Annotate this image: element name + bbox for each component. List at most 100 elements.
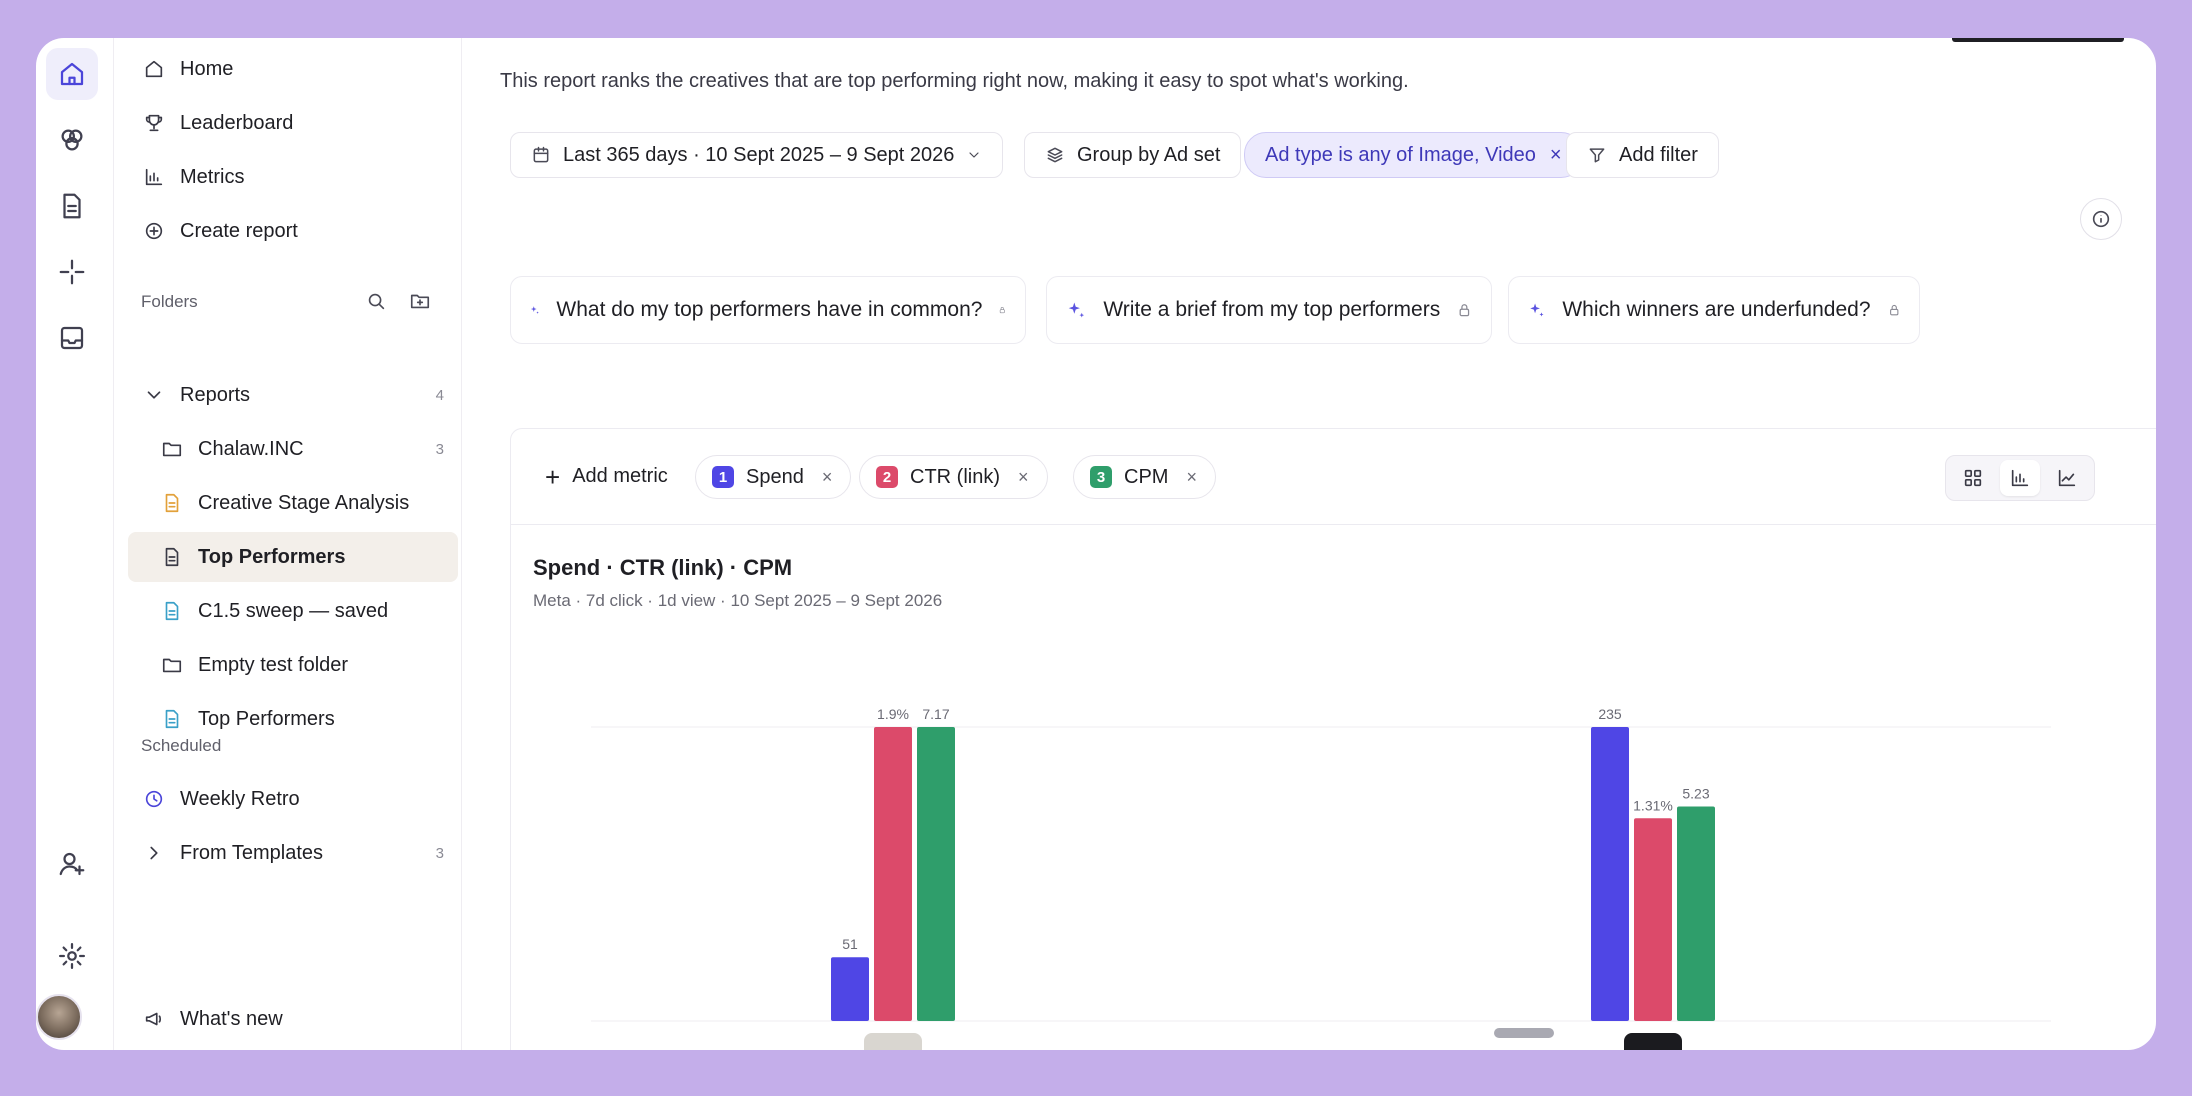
bar-cpm-2[interactable] bbox=[1677, 806, 1715, 1021]
chart-title: Spend · CTR (link) · CPM bbox=[533, 555, 793, 580]
bar-view-button[interactable] bbox=[1999, 460, 2040, 496]
add-filter-label: Add filter bbox=[1619, 143, 1698, 166]
close-icon[interactable]: × bbox=[1018, 467, 1029, 488]
bar-cpm-1[interactable] bbox=[917, 727, 955, 1021]
new-folder-icon[interactable] bbox=[409, 290, 431, 312]
sidebar-item-label: Weekly Retro bbox=[180, 787, 300, 810]
rail-home-button[interactable] bbox=[46, 48, 98, 100]
rail-insights-button[interactable] bbox=[46, 114, 98, 166]
group-by-button[interactable]: Group by Ad set bbox=[1024, 132, 1242, 178]
home-icon bbox=[60, 62, 84, 86]
sidebar-item-label: Creative Stage Analysis bbox=[198, 491, 410, 514]
scheduled-label: Scheduled bbox=[141, 736, 222, 755]
bar-chart-icon bbox=[142, 165, 166, 189]
document-icon bbox=[160, 599, 184, 623]
add-user-icon bbox=[59, 852, 85, 876]
sidebar-item-whats-new[interactable]: What's new bbox=[128, 994, 458, 1044]
sidebar-item-c15-sweep[interactable]: C1.5 sweep — saved bbox=[128, 586, 458, 636]
document-icon bbox=[160, 545, 184, 569]
sidebar-item-metrics[interactable]: Metrics bbox=[128, 152, 458, 202]
sidebar-item-label: From Templates bbox=[180, 841, 324, 864]
sidebar-item-label: Metrics bbox=[180, 165, 245, 188]
icon-rail bbox=[36, 38, 114, 1050]
sidebar-item-label: Top Performers bbox=[198, 707, 335, 730]
grid-icon bbox=[1965, 469, 1982, 487]
sparkle-icon bbox=[59, 259, 85, 285]
metric-number: 1 bbox=[712, 466, 734, 488]
add-metric-button[interactable]: + Add metric bbox=[545, 461, 668, 492]
sidebar-item-label: Top Performers bbox=[198, 545, 346, 568]
rail-invite-button[interactable] bbox=[46, 838, 98, 890]
bar-ctr-link--1[interactable] bbox=[874, 727, 912, 1021]
gear-icon bbox=[59, 943, 85, 969]
add-filter-button[interactable]: Add filter bbox=[1566, 132, 1719, 178]
prompt-common-traits[interactable]: What do my top performers have in common… bbox=[510, 276, 1026, 344]
line-view-button[interactable] bbox=[2047, 460, 2087, 496]
prompt-underfunded-winners[interactable]: Which winners are underfunded? bbox=[1508, 276, 1920, 344]
scroll-handle[interactable] bbox=[1494, 1028, 1554, 1038]
close-icon[interactable]: × bbox=[822, 467, 833, 488]
creative-thumbnail-1[interactable] bbox=[864, 1033, 922, 1050]
sidebar-item-top-performers[interactable]: Top Performers bbox=[128, 532, 458, 582]
close-icon[interactable]: × bbox=[1550, 144, 1562, 167]
sidebar: Home Leaderboard Metrics Create report F… bbox=[114, 38, 462, 1050]
rail-settings-button[interactable] bbox=[46, 930, 98, 982]
prompt-write-brief[interactable]: Write a brief from my top performers bbox=[1046, 276, 1492, 344]
info-button[interactable] bbox=[2080, 198, 2122, 240]
bar-spend-2[interactable] bbox=[1591, 727, 1629, 1021]
layers-icon bbox=[1047, 147, 1063, 163]
prompt-label: What do my top performers have in common… bbox=[556, 298, 983, 321]
rail-reports-button[interactable] bbox=[46, 180, 98, 232]
folder-icon bbox=[160, 437, 184, 461]
rail-ai-button[interactable] bbox=[46, 246, 98, 298]
item-count: 3 bbox=[435, 844, 444, 862]
sidebar-item-creative-stage-analysis[interactable]: Creative Stage Analysis bbox=[128, 478, 458, 528]
prompt-label: Which winners are underfunded? bbox=[1562, 298, 1871, 321]
plus-icon: + bbox=[545, 461, 561, 492]
sidebar-item-reports[interactable]: Reports 4 bbox=[128, 370, 458, 420]
search-icon[interactable] bbox=[365, 290, 387, 312]
clock-icon bbox=[142, 787, 166, 811]
metric-chip-spend[interactable]: 1 Spend × bbox=[695, 455, 852, 499]
chevron-down-icon bbox=[969, 152, 980, 158]
home-icon bbox=[142, 57, 166, 81]
ad-type-filter-chip[interactable]: Ad type is any of Image, Video × bbox=[1244, 132, 1583, 178]
trophy-icon bbox=[142, 111, 166, 135]
metric-chip-ctr[interactable]: 2 CTR (link) × bbox=[859, 455, 1048, 499]
sidebar-item-home[interactable]: Home bbox=[128, 44, 458, 94]
chevron-right-icon bbox=[142, 841, 166, 865]
plus-circle-icon bbox=[142, 219, 166, 243]
avatar[interactable] bbox=[36, 994, 82, 1040]
bar-spend-1[interactable] bbox=[831, 957, 869, 1021]
sidebar-item-chalaw-inc[interactable]: Chalaw.INC 3 bbox=[128, 424, 458, 474]
metric-chip-cpm[interactable]: 3 CPM × bbox=[1073, 455, 1216, 499]
item-count: 4 bbox=[435, 386, 444, 404]
sidebar-item-from-templates[interactable]: From Templates 3 bbox=[128, 828, 458, 878]
sidebar-item-leaderboard[interactable]: Leaderboard bbox=[128, 98, 458, 148]
info-icon bbox=[2092, 210, 2110, 228]
creative-thumbnail-2[interactable] bbox=[1624, 1033, 1682, 1050]
bar-ctr-link--2[interactable] bbox=[1634, 818, 1672, 1021]
sidebar-item-weekly-retro[interactable]: Weekly Retro bbox=[128, 774, 458, 824]
lock-icon bbox=[1000, 307, 1006, 314]
group-by-label: Group by Ad set bbox=[1077, 143, 1221, 166]
sidebar-item-label: C1.5 sweep — saved bbox=[198, 599, 389, 622]
chart-subtitle: Meta · 7d click · 1d view · 10 Sept 2025… bbox=[533, 591, 943, 610]
document-icon bbox=[63, 193, 81, 219]
sidebar-item-create-report[interactable]: Create report bbox=[128, 206, 458, 256]
view-switch bbox=[1945, 455, 2095, 501]
close-icon[interactable]: × bbox=[1186, 467, 1197, 488]
date-range-picker[interactable]: Last 365 days · 10 Sept 2025 – 9 Sept 20… bbox=[510, 132, 1004, 178]
prompt-label: Write a brief from my top performers bbox=[1103, 298, 1441, 321]
metric-number: 2 bbox=[876, 466, 898, 488]
grid-view-button[interactable] bbox=[1953, 460, 1993, 496]
lock-icon bbox=[1459, 304, 1470, 317]
data-label: 5.23 bbox=[1682, 786, 1709, 802]
ad-type-filter-label: Ad type is any of Image, Video bbox=[1265, 143, 1536, 166]
bar-chart-icon bbox=[2011, 469, 2029, 487]
folder-icon bbox=[160, 653, 184, 677]
sidebar-item-empty-test-folder[interactable]: Empty test folder bbox=[128, 640, 458, 690]
sidebar-item-label: Chalaw.INC bbox=[198, 437, 304, 460]
lock-icon bbox=[1889, 304, 1898, 316]
rail-inbox-button[interactable] bbox=[46, 312, 98, 364]
